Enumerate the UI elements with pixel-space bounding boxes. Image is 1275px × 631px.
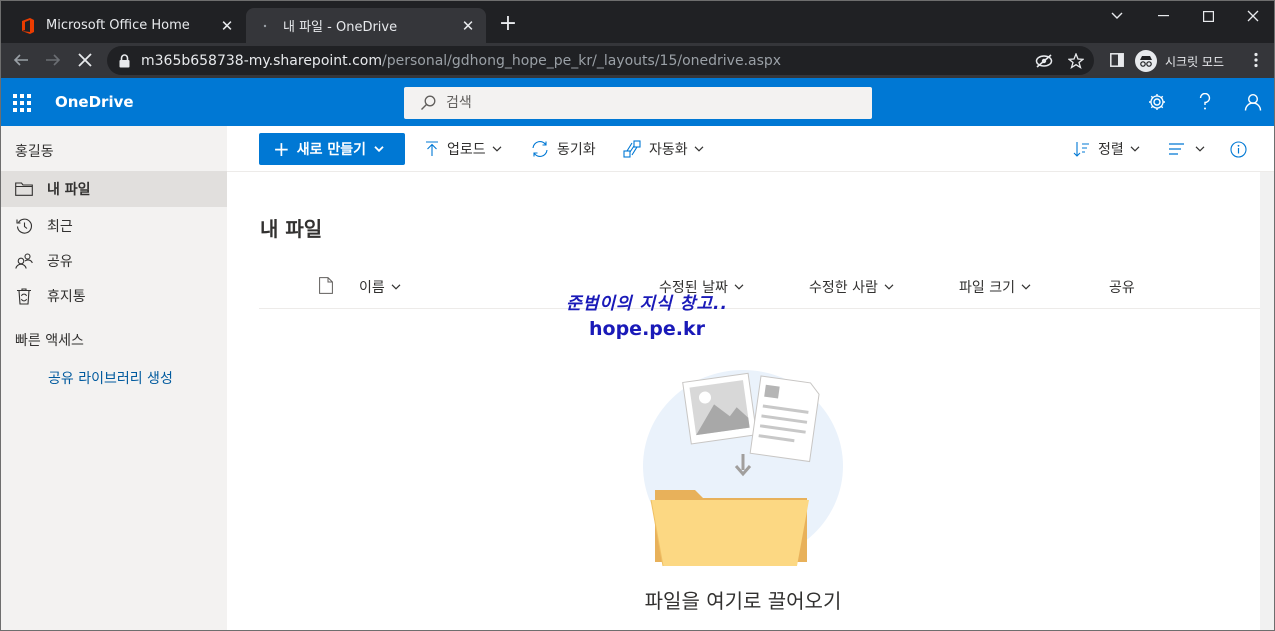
nav-shared[interactable]: 공유 — [1, 243, 227, 279]
sort-label: 정렬 — [1098, 142, 1124, 158]
people-icon — [15, 253, 33, 269]
nav-label: 공유 — [47, 254, 73, 270]
app-launcher-icon[interactable] — [13, 94, 31, 112]
nav-label: 휴지통 — [47, 289, 86, 305]
left-nav: 홍길동 내 파일 최근 공유 휴지통 빠른 액세스 공유 라이브러리 생성 — [1, 126, 227, 630]
upload-label: 업로드 — [447, 142, 486, 158]
column-modified-by[interactable]: 수정한 사람 — [809, 277, 894, 297]
watermark-line2: hope.pe.kr — [589, 318, 705, 340]
drop-files-message: 파일을 여기로 끌어오기 — [644, 589, 842, 613]
chevron-down-icon — [1195, 146, 1205, 152]
search-icon — [420, 95, 436, 111]
nav-recycle-bin[interactable]: 휴지통 — [1, 278, 227, 314]
tab-bar: Microsoft Office Home ✕ 내 파일 - OneDrive … — [1, 1, 1274, 43]
onedrive-header: OneDrive — [1, 78, 1274, 126]
tab-search-icon[interactable] — [1094, 1, 1140, 31]
close-tab-icon[interactable]: ✕ — [458, 16, 478, 36]
address-toolbar: m365b658738-my.sharepoint.com/personal/g… — [1, 43, 1274, 78]
settings-gear-icon[interactable] — [1145, 90, 1169, 114]
recycle-bin-icon — [15, 287, 33, 305]
side-panel-icon[interactable] — [1105, 48, 1129, 72]
loading-icon — [257, 18, 273, 34]
automate-label: 자동화 — [649, 142, 688, 158]
empty-folder-illustration — [637, 366, 853, 576]
sync-icon — [531, 140, 549, 158]
url-text: m365b658738-my.sharepoint.com/personal/g… — [141, 52, 782, 69]
nav-label: 최근 — [47, 219, 73, 235]
view-options-button[interactable] — [1168, 137, 1205, 161]
tab-title: 내 파일 - OneDrive — [283, 20, 398, 35]
command-bar: + 새로 만들기 업로드 동기화 자동화 정렬 — [227, 126, 1274, 172]
new-tab-button[interactable]: + — [497, 13, 519, 35]
lock-icon — [119, 53, 133, 68]
column-name[interactable]: 이름 — [359, 277, 401, 297]
onedrive-brand[interactable]: OneDrive — [55, 93, 134, 111]
nav-my-files[interactable]: 내 파일 — [1, 171, 227, 207]
search-input[interactable] — [446, 95, 826, 111]
column-file-size[interactable]: 파일 크기 — [959, 277, 1031, 297]
forward-icon[interactable] — [41, 48, 65, 72]
file-list-header: 이름 수정된 날짜 수정한 사람 파일 크기 공유 — [259, 265, 1261, 309]
list-view-icon — [1168, 143, 1185, 155]
close-tab-icon[interactable]: ✕ — [217, 16, 237, 36]
file-type-icon[interactable] — [319, 277, 333, 294]
sync-button[interactable]: 동기화 — [531, 137, 596, 161]
watermark-line1: 준범이의 지식 창고.. — [566, 294, 728, 314]
folder-icon — [15, 182, 33, 196]
page-title: 내 파일 — [260, 217, 323, 241]
upload-button[interactable]: 업로드 — [425, 137, 502, 161]
chevron-down-icon — [1021, 284, 1031, 290]
new-button-label: 새로 만들기 — [296, 142, 367, 158]
quick-access-heading: 빠른 액세스 — [15, 333, 84, 349]
minimize-icon[interactable] — [1140, 1, 1186, 31]
info-pane-icon[interactable] — [1230, 137, 1247, 161]
incognito-indicator[interactable]: 시크릿 모드 — [1135, 48, 1224, 74]
url-bar[interactable]: m365b658738-my.sharepoint.com/personal/g… — [107, 46, 1094, 75]
account-icon[interactable] — [1241, 90, 1265, 114]
nav-recent[interactable]: 최근 — [1, 208, 227, 244]
watermark: 준범이의 지식 창고.. hope.pe.kr — [557, 289, 737, 340]
column-sharing[interactable]: 공유 — [1109, 277, 1135, 297]
user-name: 홍길동 — [15, 144, 54, 160]
chevron-down-icon — [492, 146, 502, 152]
new-button[interactable]: + 새로 만들기 — [259, 133, 405, 165]
back-icon[interactable] — [9, 48, 33, 72]
incognito-icon — [1135, 50, 1157, 72]
close-window-icon[interactable] — [1230, 1, 1274, 31]
plus-icon: + — [273, 137, 290, 161]
chevron-down-icon — [391, 284, 401, 290]
incognito-label: 시크릿 모드 — [1165, 54, 1225, 69]
tab-onedrive[interactable]: 내 파일 - OneDrive ✕ — [246, 8, 486, 43]
nav-label: 내 파일 — [47, 182, 91, 198]
sort-icon — [1073, 141, 1090, 157]
chevron-down-icon — [1130, 146, 1140, 152]
chevron-down-icon — [884, 284, 894, 290]
browser-menu-icon[interactable] — [1244, 48, 1268, 72]
chevron-down-icon — [374, 146, 384, 152]
sort-button[interactable]: 정렬 — [1073, 137, 1140, 161]
bookmark-star-icon[interactable] — [1065, 50, 1087, 72]
scrollbar[interactable] — [1260, 172, 1274, 630]
stop-loading-icon[interactable] — [73, 48, 97, 72]
help-icon[interactable] — [1193, 90, 1217, 114]
tab-office-home[interactable]: Microsoft Office Home ✕ — [9, 8, 245, 43]
tracking-blocked-icon[interactable] — [1033, 50, 1055, 72]
chevron-down-icon — [694, 146, 704, 152]
browser-window: Microsoft Office Home ✕ 내 파일 - OneDrive … — [0, 0, 1275, 631]
tab-title: Microsoft Office Home — [46, 18, 190, 33]
automate-flow-icon — [623, 140, 641, 158]
office-logo-icon — [20, 17, 36, 34]
create-shared-library-link[interactable]: 공유 라이브러리 생성 — [48, 368, 173, 388]
search-box[interactable] — [404, 87, 872, 119]
sync-label: 동기화 — [557, 142, 596, 158]
upload-icon — [425, 141, 439, 157]
history-icon — [15, 218, 33, 235]
maximize-icon[interactable] — [1185, 1, 1231, 31]
automate-button[interactable]: 자동화 — [623, 137, 704, 161]
